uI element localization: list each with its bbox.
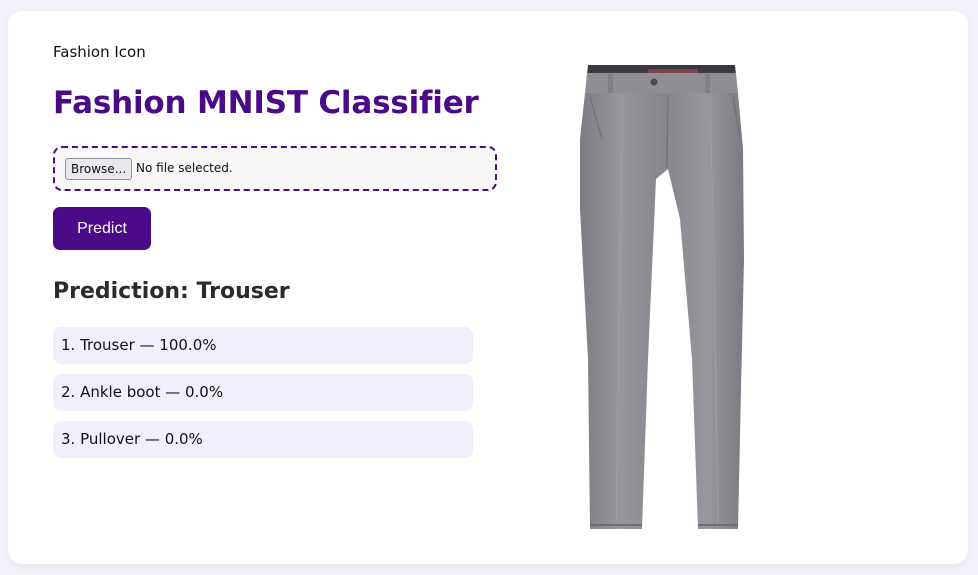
left-leg <box>580 93 670 529</box>
browse-button[interactable]: Browse... <box>65 158 133 180</box>
result-item-1: 1. Trouser — 100.0% <box>53 327 473 364</box>
prediction-heading: Prediction: Trouser <box>53 279 290 304</box>
page-title: Fashion MNIST Classifier <box>53 85 479 121</box>
waistband <box>585 73 738 93</box>
trouser-image <box>580 65 744 529</box>
main-card: Fashion Icon Fashion MNIST Classifier Br… <box>8 11 968 564</box>
prediction-results-list: 1. Trouser — 100.0% 2. Ankle boot — 0.0%… <box>53 327 473 468</box>
result-item-3: 3. Pullover — 0.0% <box>53 421 473 458</box>
brand-label: Fashion Icon <box>53 43 146 61</box>
uploaded-image-preview <box>568 59 753 529</box>
right-leg <box>663 93 744 529</box>
file-status-text: No file selected. <box>136 161 233 175</box>
result-item-2: 2. Ankle boot — 0.0% <box>53 374 473 411</box>
predict-button[interactable]: Predict <box>53 207 151 250</box>
file-upload-dropzone[interactable]: Browse... No file selected. <box>53 146 497 191</box>
